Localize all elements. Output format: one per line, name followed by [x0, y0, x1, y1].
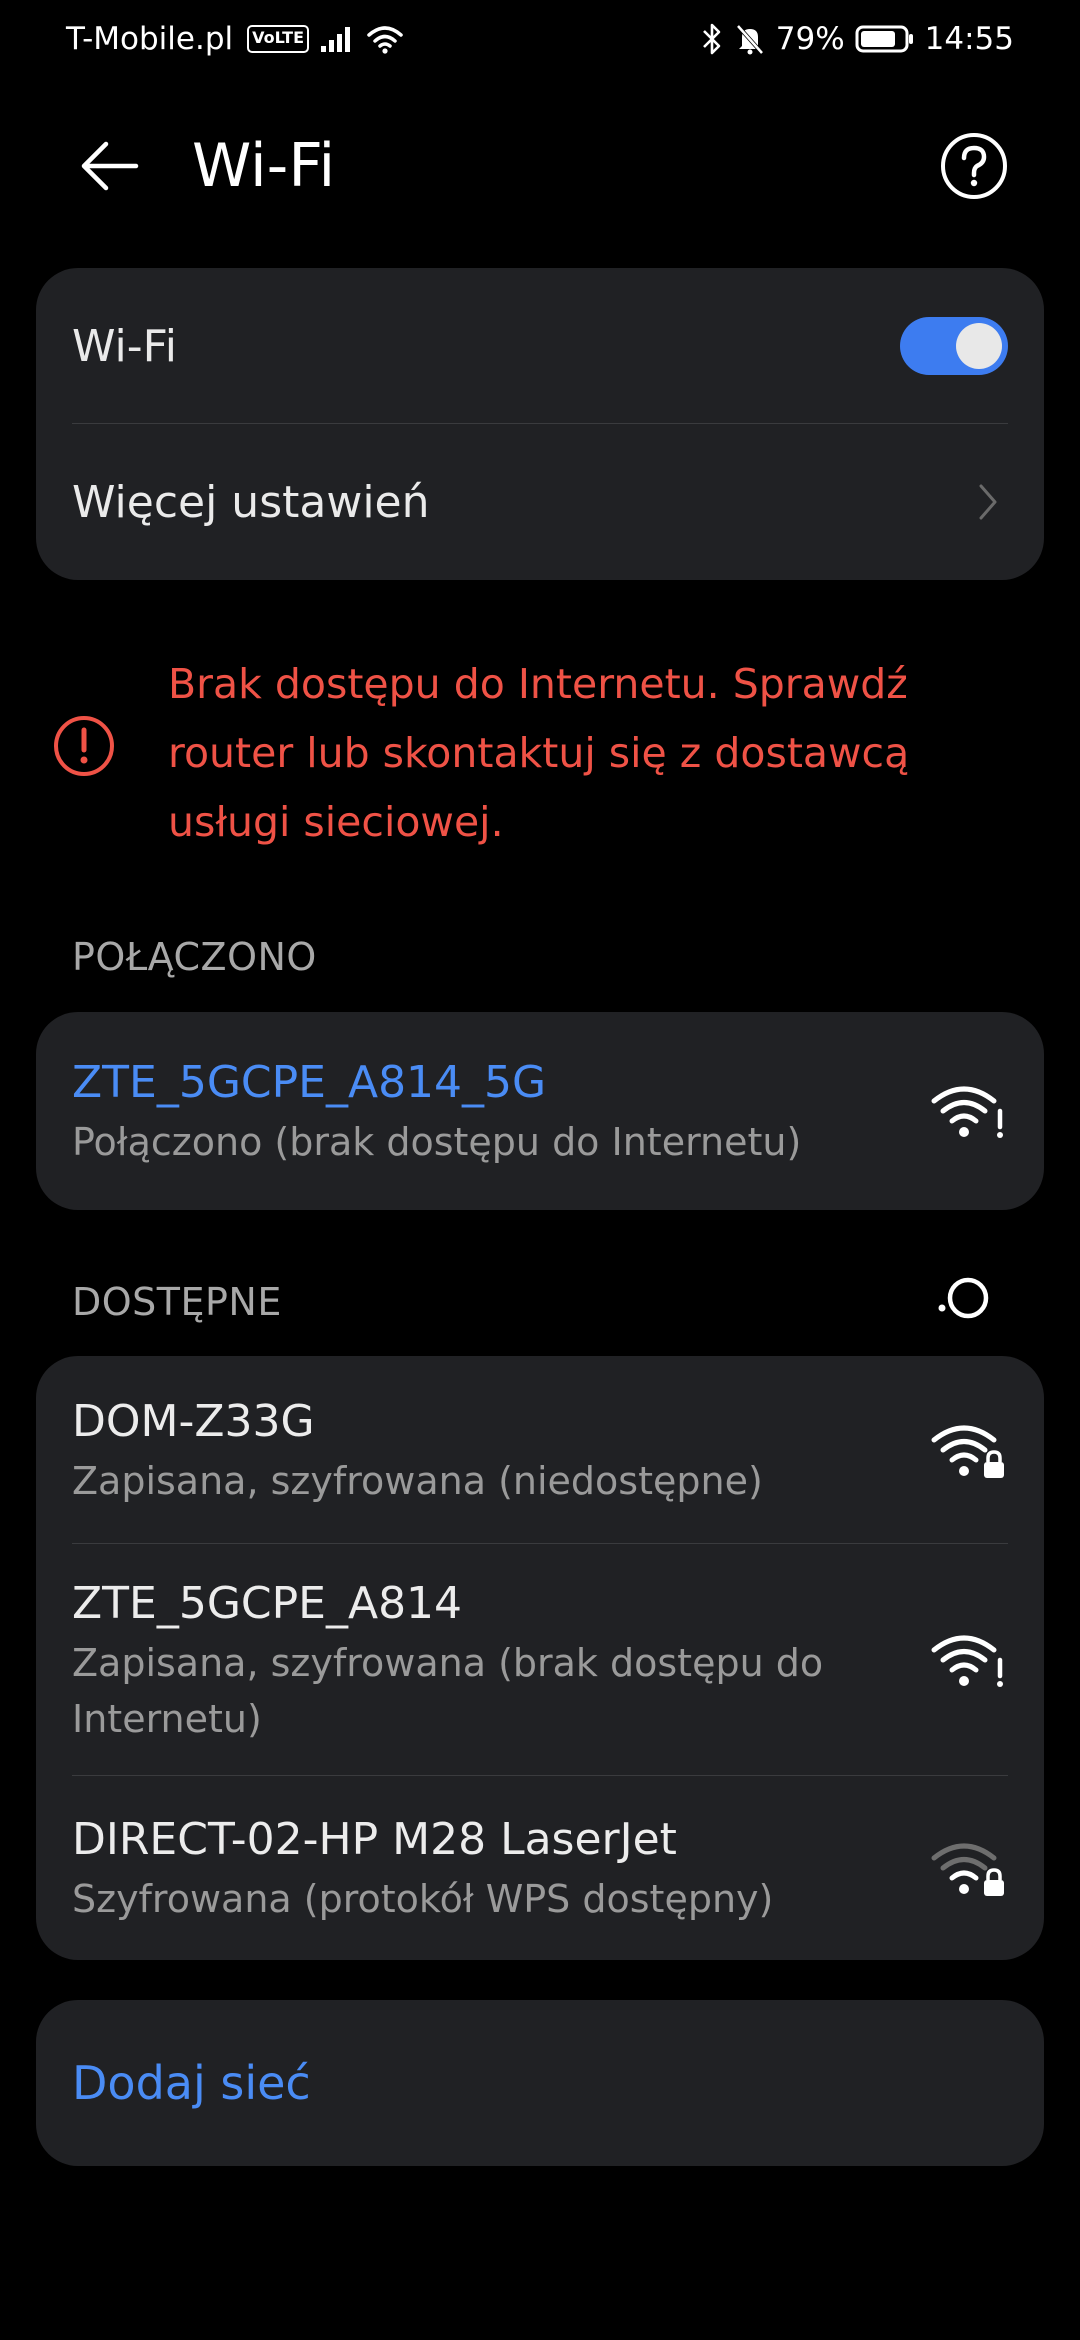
help-icon [941, 133, 1007, 199]
network-status: Zapisana, szyfrowana (brak dostępu do In… [72, 1641, 824, 1741]
status-bar-right: 79% 14:55 [690, 21, 1014, 57]
network-row[interactable]: DOM-Z33G Zapisana, szyfrowana (niedostęp… [36, 1356, 1044, 1544]
back-arrow-icon [81, 141, 139, 191]
connected-network-row[interactable]: ZTE_5GCPE_A814_5G Połączono (brak dostęp… [36, 1012, 1044, 1210]
network-status: Szyfrowana (protokół WPS dostępny) [72, 1877, 774, 1921]
section-header-connected: POŁĄCZONO [72, 935, 317, 979]
volte-badge: VoLTE [247, 25, 309, 53]
wifi-toggle[interactable] [900, 317, 1008, 375]
wifi-toggle-row[interactable]: Wi-Fi [36, 268, 1044, 424]
network-text: DOM-Z33G Zapisana, szyfrowana (niedostęp… [72, 1391, 902, 1509]
network-row[interactable]: DIRECT-02-HP M28 LaserJet Szyfrowana (pr… [36, 1776, 1044, 1960]
page-title: Wi-Fi [192, 131, 336, 201]
network-text: DIRECT-02-HP M28 LaserJet Szyfrowana (pr… [72, 1809, 902, 1927]
no-internet-warning: Brak dostępu do Internetu. Sprawdź route… [0, 640, 1080, 860]
clock: 14:55 [924, 21, 1014, 57]
add-network-button[interactable]: Dodaj sieć [36, 2000, 1044, 2166]
silent-bell-icon [734, 22, 766, 56]
available-networks-card: DOM-Z33G Zapisana, szyfrowana (niedostęp… [36, 1356, 1044, 1960]
help-button[interactable] [936, 128, 1012, 204]
signal-icon [319, 24, 355, 54]
connected-network-card: ZTE_5GCPE_A814_5G Połączono (brak dostęp… [36, 1012, 1044, 1210]
network-text: ZTE_5GCPE_A814_5G Połączono (brak dostęp… [72, 1052, 902, 1170]
wifi-locked-weak-icon [928, 1828, 1008, 1908]
bluetooth-icon [700, 22, 724, 56]
wifi-label: Wi-Fi [72, 320, 177, 372]
carrier-name: T-Mobile.pl [66, 21, 234, 57]
section-header-available: DOSTĘPNE [72, 1280, 282, 1324]
network-name: DOM-Z33G [72, 1396, 315, 1447]
app-header: Wi-Fi [0, 110, 1080, 220]
wifi-locked-icon [928, 1410, 1008, 1490]
toggle-knob [956, 323, 1002, 369]
network-status: Połączono (brak dostępu do Internetu) [72, 1120, 802, 1164]
wifi-settings-card: Wi-Fi Więcej ustawień [36, 268, 1044, 580]
more-settings-label: Więcej ustawień [72, 476, 430, 528]
warning-message: Brak dostępu do Internetu. Sprawdź route… [168, 660, 910, 846]
chevron-right-icon [968, 482, 1008, 522]
network-status: Zapisana, szyfrowana (niedostępne) [72, 1459, 763, 1503]
network-row[interactable]: ZTE_5GCPE_A814 Zapisana, szyfrowana (bra… [36, 1544, 1044, 1776]
add-network-label: Dodaj sieć [72, 2056, 311, 2110]
wifi-no-internet-icon [928, 1071, 1008, 1151]
battery-percent: 79% [775, 21, 845, 57]
status-bar-left: T-Mobile.pl VoLTE [66, 21, 415, 57]
network-name: ZTE_5GCPE_A814_5G [72, 1057, 547, 1108]
scanning-spinner-icon [932, 1268, 996, 1332]
add-network-card: Dodaj sieć [36, 2000, 1044, 2166]
error-icon [52, 714, 116, 778]
wifi-status-icon [365, 23, 405, 55]
network-name: DIRECT-02-HP M28 LaserJet [72, 1814, 677, 1865]
network-text: ZTE_5GCPE_A814 Zapisana, szyfrowana (bra… [72, 1573, 902, 1747]
network-name: ZTE_5GCPE_A814 [72, 1578, 463, 1629]
back-button[interactable] [70, 128, 146, 204]
status-bar: T-Mobile.pl VoLTE 79% 14:55 [0, 0, 1080, 78]
battery-icon [855, 24, 915, 54]
wifi-no-internet-icon [928, 1620, 1008, 1700]
more-settings-row[interactable]: Więcej ustawień [36, 424, 1044, 580]
